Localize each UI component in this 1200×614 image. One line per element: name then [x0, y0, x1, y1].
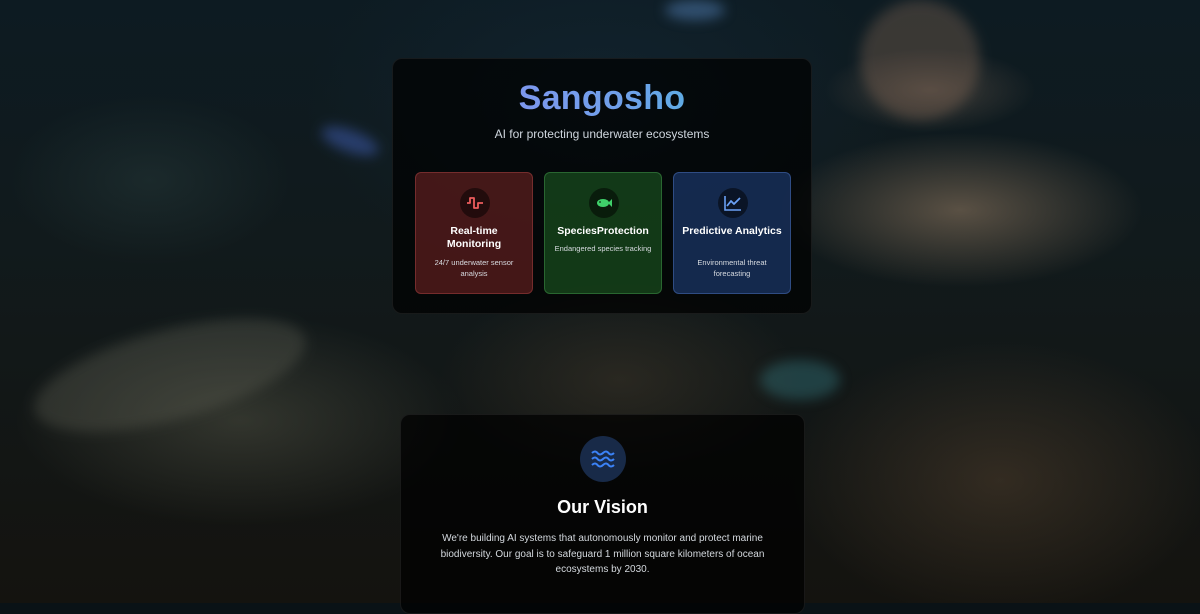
vision-card: Our Vision We're building AI systems tha…: [400, 414, 805, 614]
feature-description: Environmental threat forecasting: [697, 258, 767, 278]
feature-card-monitoring: Real-time Monitoring 24/7 underwater sen…: [415, 172, 533, 294]
background-shark-fin: [836, 0, 1004, 144]
feature-description: 24/7 underwater sensor analysis: [434, 258, 514, 278]
waves-icon: [580, 436, 626, 482]
background-fish: [665, 0, 725, 20]
page-title: Sangosho: [393, 79, 811, 118]
background-fish: [318, 120, 382, 162]
feature-title: SpeciesProtection: [557, 225, 649, 237]
waveform-icon: [460, 188, 490, 218]
page-subtitle: AI for protecting underwater ecosystems: [494, 127, 710, 141]
feature-card-analytics: Predictive Analytics Environmental threa…: [673, 172, 791, 294]
feature-description: Endangered species tracking: [554, 244, 652, 253]
feature-title: Predictive Analytics: [682, 225, 782, 237]
feature-card-species: SpeciesProtection Endangered species tra…: [544, 172, 662, 294]
background-coral: [760, 360, 840, 400]
vision-text: We're building AI systems that autonomou…: [440, 533, 765, 575]
trend-chart-icon: [718, 188, 748, 218]
hero-card: Sangosho AI for protecting underwater ec…: [392, 58, 812, 314]
fish-icon: [589, 188, 619, 218]
background-rock: [23, 295, 317, 455]
feature-title: Real-time Monitoring: [446, 225, 502, 250]
vision-title: Our Vision: [557, 497, 648, 517]
